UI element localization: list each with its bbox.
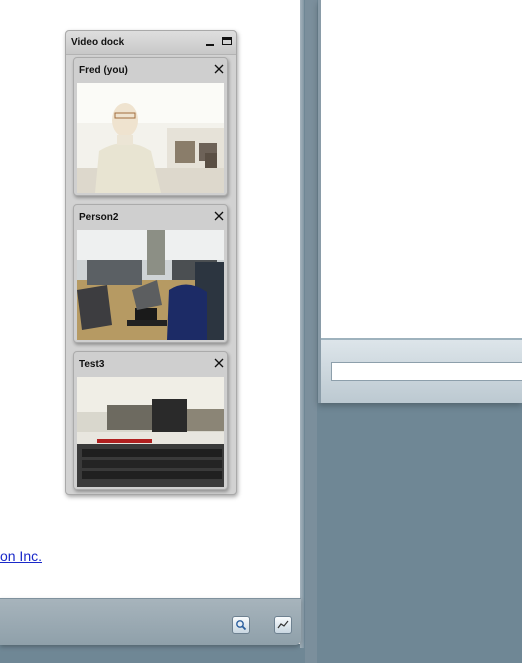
participant-name: Person2	[79, 212, 119, 223]
video-dock-title: Video dock	[71, 37, 125, 48]
left-app-border	[300, 0, 304, 648]
chart-icon	[277, 620, 289, 629]
chat-window	[318, 0, 522, 403]
close-icon[interactable]	[213, 63, 225, 75]
maximize-icon[interactable]	[222, 37, 232, 45]
video-tile: Person2	[73, 204, 228, 343]
video-feed	[77, 230, 224, 340]
company-link[interactable]: on Inc.	[0, 548, 42, 564]
zoom-button[interactable]	[232, 616, 250, 634]
participant-name: Test3	[79, 359, 105, 370]
video-dock: Video dock Fred (you) Person2 Test3	[65, 30, 237, 495]
video-feed	[77, 377, 224, 487]
video-tile: Fred (you)	[73, 57, 228, 196]
minimize-icon[interactable]	[206, 36, 215, 48]
chart-button[interactable]	[274, 616, 292, 634]
chat-message-input[interactable]	[331, 362, 522, 381]
close-icon[interactable]	[213, 357, 225, 369]
chat-transcript	[321, 0, 522, 338]
chat-input-area	[321, 340, 522, 403]
close-icon[interactable]	[213, 210, 225, 222]
video-dock-header[interactable]: Video dock	[66, 31, 236, 55]
company-link-label: on Inc.	[0, 548, 42, 564]
desktop-gap	[305, 0, 317, 663]
video-feed	[77, 83, 224, 193]
bottom-toolbar	[0, 598, 301, 645]
video-tile: Test3	[73, 351, 228, 490]
participant-name: Fred (you)	[79, 65, 128, 76]
zoom-icon	[236, 620, 247, 631]
